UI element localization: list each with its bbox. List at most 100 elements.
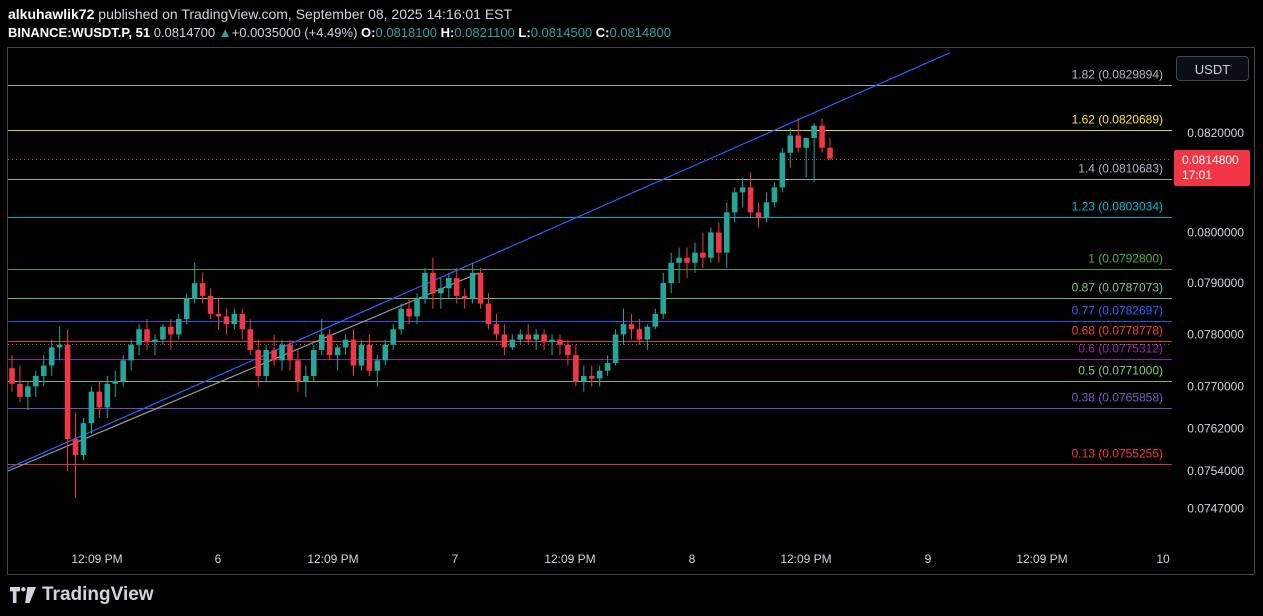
candle-body [406, 308, 412, 317]
candle-body [80, 423, 87, 456]
price-tick-label: 0.0754000 [1187, 464, 1244, 478]
current-price-value: 0.0814800 [1182, 153, 1239, 167]
candle-body [628, 324, 635, 330]
candle-body [168, 326, 174, 335]
time-tick-label: 10 [1156, 552, 1170, 566]
candle-body [509, 339, 516, 348]
candle-body [398, 308, 404, 330]
candle-body [731, 192, 738, 213]
fib-label: 0.6 (0.0775312) [1078, 342, 1163, 356]
candle-body [612, 334, 619, 363]
fib-label: 1 (0.0792800) [1088, 252, 1163, 266]
candle-body [501, 334, 508, 348]
candle-body [128, 344, 134, 361]
fib-label: 0.38 (0.0765858) [1072, 391, 1163, 405]
candle-body [9, 368, 15, 384]
candle-body [342, 339, 349, 348]
candle-body [72, 439, 79, 456]
candle-body [199, 283, 206, 296]
candle-body [88, 391, 95, 424]
time-tick-label: 12:09 PM [307, 552, 358, 566]
candle-body [144, 329, 150, 343]
candle-body [557, 339, 563, 345]
candle-body [652, 313, 659, 327]
candle-body [112, 381, 119, 384]
time-tick-label: 12:09 PM [780, 552, 831, 566]
candle-body [446, 278, 452, 289]
fib-label: 1.23 (0.0803034) [1072, 200, 1163, 214]
candle-body [716, 232, 722, 253]
candle-body [136, 329, 142, 345]
candle-body [271, 349, 277, 361]
candle-body [668, 262, 674, 284]
candle-body [827, 147, 833, 159]
tradingview-logo[interactable]: TradingView [10, 584, 154, 606]
candle-body [390, 329, 396, 345]
candle-body [287, 344, 293, 361]
candle-body [334, 347, 341, 356]
time-axis: 12:09 PM 6 12:09 PM 7 12:09 PM 8 12:09 PM 9 12:0… [71, 552, 1170, 566]
candle-body [207, 295, 214, 314]
trendline [7, 52, 951, 469]
candle-body [175, 318, 182, 335]
candle-body [763, 202, 770, 218]
candle-body [787, 135, 794, 153]
candle-body [565, 344, 571, 356]
price-tick-label: 0.0820000 [1187, 126, 1244, 140]
candle-body [469, 272, 476, 299]
candle-body [358, 344, 365, 366]
candle-body [453, 278, 460, 296]
price-tick-label: 0.0762000 [1187, 421, 1244, 435]
candle-body [779, 152, 786, 188]
candle-body [525, 334, 531, 340]
candle-body [485, 303, 492, 325]
bar-countdown: 17:01 [1182, 168, 1213, 182]
candle-body [239, 313, 246, 330]
candle-body [755, 212, 762, 218]
candle-body [326, 334, 333, 356]
candle-body [152, 339, 158, 343]
candle-body [581, 375, 587, 382]
candle-body [588, 375, 595, 379]
candle-body [318, 334, 325, 350]
candle-body [660, 283, 667, 314]
time-tick-label: 8 [689, 552, 696, 566]
currency-button[interactable]: USDT [1176, 56, 1249, 81]
candle-body [247, 329, 254, 350]
price-tick-label: 0.0800000 [1187, 225, 1244, 239]
candle-body [215, 313, 222, 317]
time-tick-label: 9 [925, 552, 932, 566]
fib-label: 0.77 (0.0782697) [1072, 304, 1163, 318]
candle-body [604, 362, 611, 371]
time-tick-label: 12:09 PM [544, 552, 595, 566]
price-chart[interactable]: 1.82 (0.0829894) 1.62 (0.0820689) 1.4 (0.0… [0, 0, 1263, 616]
candle-body [255, 349, 261, 376]
candle-body [374, 360, 381, 371]
candle-body [739, 187, 746, 193]
candle-body [303, 375, 309, 382]
candle-body [160, 326, 166, 340]
fib-label: 0.13 (0.0755255) [1072, 447, 1163, 461]
candles [9, 118, 833, 498]
candle-body [422, 272, 428, 299]
time-tick-label: 7 [452, 552, 459, 566]
price-tick-label: 0.0780000 [1187, 327, 1244, 341]
candle-body [461, 295, 468, 299]
time-tick-label: 12:09 PM [71, 552, 122, 566]
candle-body [311, 349, 317, 376]
candle-body [350, 339, 357, 366]
fib-label: 0.5 (0.0771000) [1078, 364, 1163, 378]
candle-body [366, 344, 373, 371]
price-tick-label: 0.0790000 [1187, 276, 1244, 290]
candle-body [279, 344, 285, 361]
candle-body [684, 257, 690, 263]
candle-body [644, 326, 651, 340]
time-tick-label: 6 [215, 552, 222, 566]
trendline [7, 272, 480, 472]
candle-body [223, 316, 230, 325]
fib-label: 1.82 (0.0829894) [1072, 68, 1163, 82]
tradingview-logo-icon [10, 587, 36, 603]
candle-body [382, 344, 389, 361]
candle-body [96, 391, 103, 408]
candle-body [700, 252, 706, 258]
